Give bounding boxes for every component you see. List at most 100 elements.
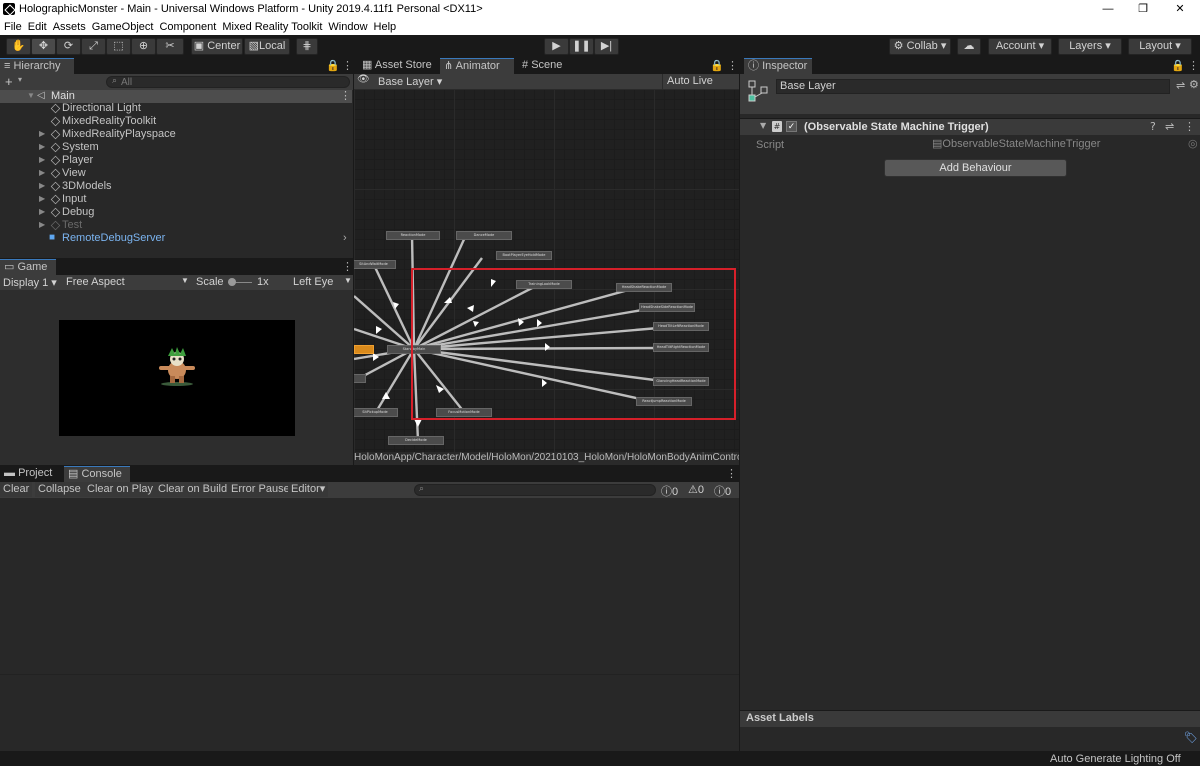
chevron-down-icon[interactable]: ▾ bbox=[18, 75, 22, 84]
expand-arrow-icon[interactable]: ▶ bbox=[39, 180, 45, 192]
rotate-tool-button[interactable]: ⟳ bbox=[56, 38, 81, 55]
menu-assets[interactable]: Assets bbox=[49, 19, 88, 33]
search-field[interactable]: ⌕ All bbox=[106, 76, 350, 88]
menu-component[interactable]: Component bbox=[155, 19, 218, 33]
layout-dropdown[interactable]: Layout ▾ bbox=[1128, 38, 1192, 55]
layer-breadcrumb[interactable]: Base Layer ▾ bbox=[378, 75, 442, 88]
space-local-button[interactable]: ▧Local bbox=[244, 38, 290, 55]
tab-console[interactable]: ▤ Console bbox=[64, 466, 130, 482]
tree-item[interactable]: ▶ View bbox=[0, 167, 352, 180]
scene-menu-icon[interactable]: ⋮ bbox=[340, 90, 351, 102]
tab-animator[interactable]: ⋔ Animator bbox=[440, 58, 514, 74]
state-node[interactable]: SitAndWaitMode bbox=[354, 260, 396, 269]
snap-button[interactable]: ⋕ bbox=[296, 38, 318, 55]
lock-icon[interactable]: 🔒 bbox=[710, 59, 724, 72]
preset-icon[interactable]: ⇌ bbox=[1176, 79, 1185, 92]
account-dropdown[interactable]: Account ▾ bbox=[988, 38, 1052, 55]
menu-mixed-reality-toolkit[interactable]: Mixed Reality Toolkit bbox=[218, 19, 324, 33]
play-button[interactable]: ▶ bbox=[544, 38, 569, 55]
transform-tool-button[interactable]: ⊕ bbox=[131, 38, 156, 55]
tab-hierarchy[interactable]: ≡ Hierarchy bbox=[0, 58, 74, 74]
preset-icon[interactable]: ⇌ bbox=[1165, 120, 1174, 133]
layers-dropdown[interactable]: Layers ▾ bbox=[1058, 38, 1122, 55]
tree-item[interactable]: ▶ Input bbox=[0, 193, 352, 206]
cloud-button[interactable]: ☁ bbox=[957, 38, 981, 55]
panel-menu-icon[interactable]: ⋮ bbox=[342, 59, 353, 72]
expand-arrow-icon[interactable]: ▼ bbox=[27, 90, 35, 102]
state-node[interactable]: SitPickupMode bbox=[354, 408, 398, 417]
panel-menu-icon[interactable]: ⋮ bbox=[342, 260, 353, 273]
step-button[interactable]: ▶| bbox=[594, 38, 619, 55]
tree-item[interactable]: Directional Light bbox=[0, 102, 352, 115]
tree-item[interactable]: ▶ MixedRealityPlayspace bbox=[0, 128, 352, 141]
tab-game[interactable]: ▭ Game bbox=[0, 259, 56, 275]
tree-item[interactable]: MixedRealityToolkit bbox=[0, 115, 352, 128]
state-node[interactable]: BootPlayerEyeHoldMode bbox=[496, 251, 552, 260]
expand-arrow-icon[interactable]: ▶ bbox=[39, 128, 45, 140]
game-render[interactable] bbox=[59, 320, 295, 436]
component-menu-icon[interactable]: ⋮ bbox=[1184, 120, 1195, 133]
tab-asset-store[interactable]: ▦ Asset Store bbox=[358, 58, 434, 74]
add-button[interactable]: + bbox=[5, 74, 13, 89]
editor-dropdown[interactable]: Editor▾ bbox=[288, 482, 329, 497]
eye-dropdown[interactable]: Left Eye bbox=[293, 276, 333, 288]
clear-on-play-button[interactable]: Clear on Play bbox=[84, 482, 157, 497]
enabled-checkbox[interactable]: ✓ bbox=[786, 121, 797, 132]
state-node-partial[interactable] bbox=[354, 374, 366, 383]
log-count[interactable]: ⓘ0 bbox=[661, 483, 678, 499]
scale-tool-button[interactable]: ⤢ bbox=[81, 38, 106, 55]
close-button[interactable]: ✕ bbox=[1162, 0, 1198, 19]
collab-dropdown[interactable]: ⚙ Collab ▾ bbox=[889, 38, 951, 55]
maximize-button[interactable]: ❐ bbox=[1125, 0, 1161, 19]
auto-live-link-toggle[interactable]: Auto Live Link bbox=[662, 74, 739, 101]
expand-arrow-icon[interactable]: ▶ bbox=[39, 219, 45, 231]
state-node[interactable]: DanceMode bbox=[456, 231, 512, 240]
rect-tool-button[interactable]: ⬚ bbox=[106, 38, 131, 55]
warning-count[interactable]: ⚠0 bbox=[688, 483, 704, 496]
pause-button[interactable]: ❚❚ bbox=[569, 38, 594, 55]
tree-item[interactable]: ▶ Player bbox=[0, 154, 352, 167]
hand-tool-button[interactable]: ✋ bbox=[6, 38, 31, 55]
tree-item[interactable]: ▶ Debug bbox=[0, 206, 352, 219]
panel-menu-icon[interactable]: ⋮ bbox=[1188, 59, 1199, 72]
move-tool-button[interactable]: ✥ bbox=[31, 38, 56, 55]
object-picker-icon[interactable]: ◎ bbox=[1188, 138, 1198, 151]
panel-menu-icon[interactable]: ⋮ bbox=[726, 467, 737, 480]
fold-arrow-icon[interactable]: ▼ bbox=[760, 121, 766, 130]
clear-button[interactable]: Clear bbox=[0, 482, 33, 497]
pivot-center-button[interactable]: ▣ Center bbox=[191, 38, 243, 55]
menu-file[interactable]: File bbox=[0, 19, 24, 33]
console-search-field[interactable]: ⌕ bbox=[414, 484, 656, 496]
eye-icon[interactable]: 👁 bbox=[357, 74, 370, 85]
tab-inspector[interactable]: ⓘ Inspector bbox=[744, 58, 812, 74]
menu-gameobject[interactable]: GameObject bbox=[88, 19, 156, 33]
expand-arrow-icon[interactable]: ▶ bbox=[39, 206, 45, 218]
lock-icon[interactable]: 🔒 bbox=[326, 59, 340, 72]
tag-icon[interactable]: 🏷 bbox=[1184, 731, 1198, 744]
tab-scene[interactable]: # Scene bbox=[518, 58, 578, 74]
status-text[interactable]: Auto Generate Lighting Off bbox=[1050, 753, 1181, 765]
display-dropdown[interactable]: Display 1 ▾ bbox=[3, 276, 57, 289]
minimize-button[interactable]: — bbox=[1090, 0, 1126, 19]
error-pause-button[interactable]: Error Pause bbox=[228, 482, 293, 497]
expand-arrow-icon[interactable]: ▶ bbox=[39, 141, 45, 153]
tree-item[interactable]: ▶ Test bbox=[0, 219, 352, 232]
custom-tool-button[interactable]: ✂ bbox=[156, 38, 184, 55]
entry-state-node[interactable] bbox=[354, 345, 374, 354]
chevron-right-icon[interactable]: › bbox=[343, 232, 347, 244]
menu-edit[interactable]: Edit bbox=[24, 19, 49, 33]
expand-arrow-icon[interactable]: ▶ bbox=[39, 154, 45, 166]
help-icon[interactable]: ? bbox=[1150, 120, 1156, 133]
panel-menu-icon[interactable]: ⋮ bbox=[727, 59, 738, 72]
lock-icon[interactable]: 🔒 bbox=[1171, 59, 1185, 72]
add-behaviour-button[interactable]: Add Behaviour bbox=[884, 159, 1067, 177]
expand-arrow-icon[interactable]: ▶ bbox=[39, 167, 45, 179]
gear-icon[interactable]: ⚙ bbox=[1189, 78, 1199, 91]
scale-slider-handle[interactable] bbox=[228, 278, 236, 286]
menu-help[interactable]: Help bbox=[370, 19, 399, 33]
collapse-button[interactable]: Collapse bbox=[35, 482, 84, 497]
tree-item[interactable]: ▶ System bbox=[0, 141, 352, 154]
state-node[interactable]: ReactionMode bbox=[386, 231, 440, 240]
expand-arrow-icon[interactable]: ▶ bbox=[39, 193, 45, 205]
tree-item[interactable]: ▶ 3DModels bbox=[0, 180, 352, 193]
